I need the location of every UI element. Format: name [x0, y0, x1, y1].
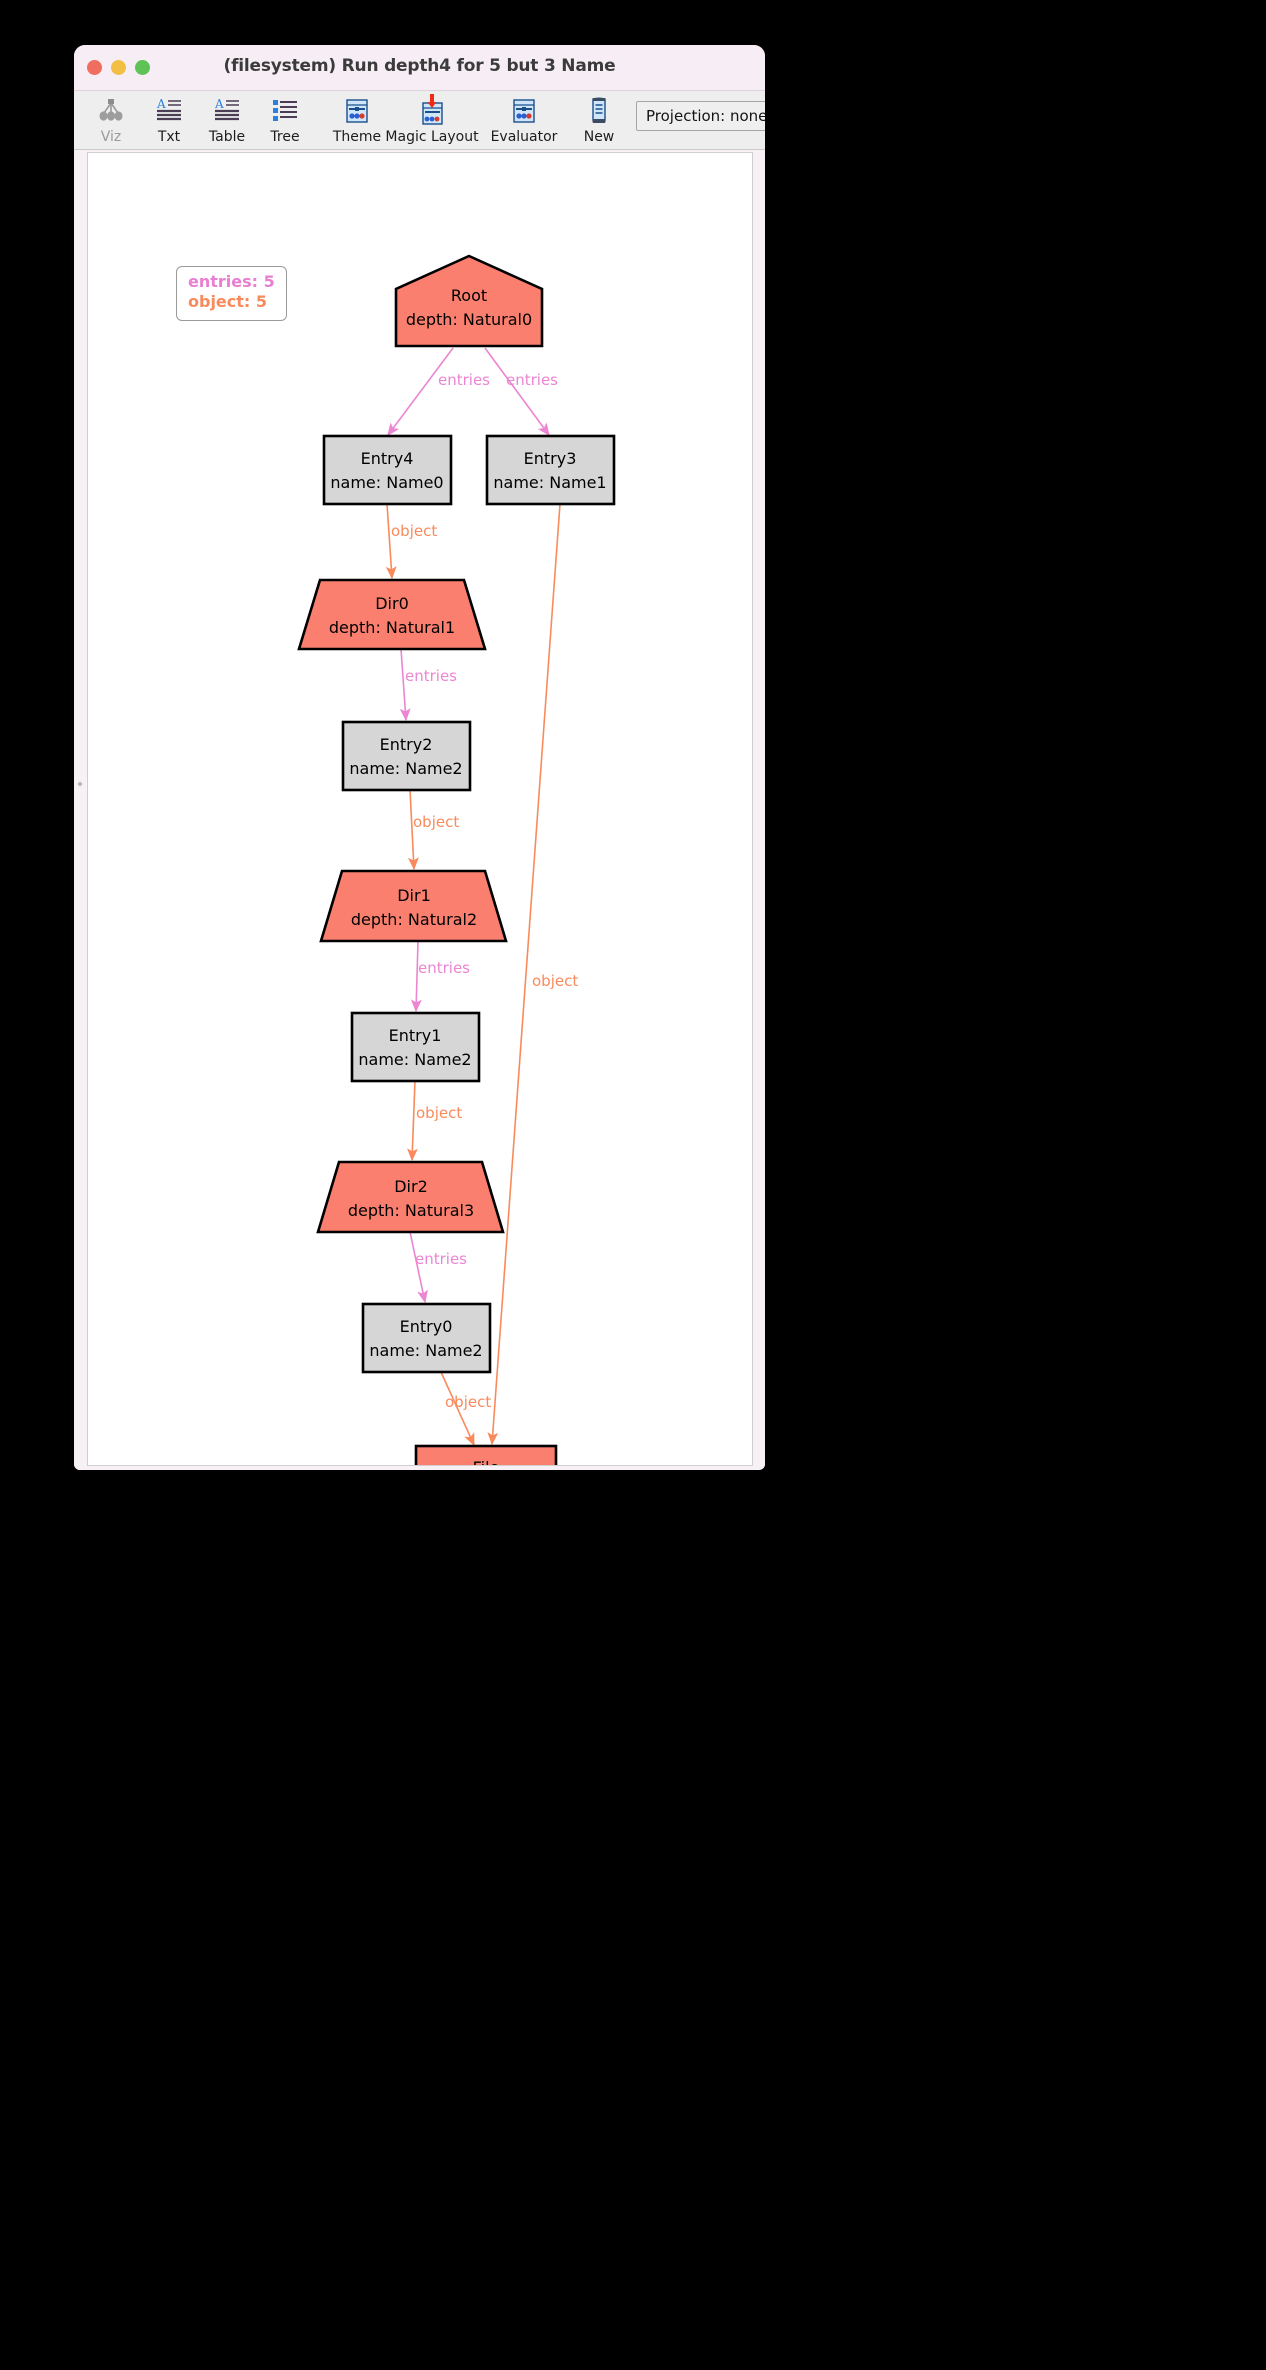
node-dir2[interactable]: Dir2 depth: Natural3: [316, 1160, 505, 1234]
toolbar-label-viz: Viz: [100, 129, 122, 145]
toolbar-view-group: Viz A Txt A Table Tree: [82, 91, 314, 145]
node-dir0-line2: depth: Natural1: [329, 618, 455, 637]
node-dir2-line2: depth: Natural3: [348, 1201, 474, 1220]
node-root-line2: depth: Natural0: [406, 310, 532, 329]
edge-root-entry3: [484, 347, 550, 437]
svg-text:A: A: [214, 97, 224, 111]
node-entry1-line2: name: Name2: [358, 1050, 471, 1069]
window-titlebar: (filesystem) Run depth4 for 5 but 3 Name: [74, 45, 765, 91]
node-entry3[interactable]: Entry3 name: Name1: [485, 434, 616, 506]
node-dir1[interactable]: Dir1 depth: Natural2: [319, 869, 508, 943]
node-file-line1: File: [473, 1458, 500, 1465]
toolbar-label-tree: Tree: [270, 129, 300, 145]
canvas-area: entries: 5 object: 5 entries entries obj…: [74, 150, 765, 1470]
projection-button[interactable]: Projection: none: [636, 101, 765, 131]
toolbar-button-table[interactable]: A Table: [198, 91, 256, 145]
resize-grip[interactable]: [78, 782, 82, 786]
window-title: (filesystem) Run depth4 for 5 but 3 Name: [223, 56, 616, 76]
graph-viz-icon: [96, 94, 126, 128]
legend-box: entries: 5 object: 5: [176, 266, 287, 321]
node-root-line1: Root: [451, 286, 487, 305]
edge-label-entry4-dir0: object: [391, 522, 437, 540]
node-entry2-line2: name: Name2: [349, 759, 462, 778]
svg-text:A: A: [156, 97, 166, 111]
screen: (filesystem) Run depth4 for 5 but 3 Name: [0, 0, 1266, 2370]
graph-canvas[interactable]: entries: 5 object: 5 entries entries obj…: [87, 152, 753, 1466]
app-window: (filesystem) Run depth4 for 5 but 3 Name: [74, 45, 765, 1470]
toolbar-label-table: Table: [208, 129, 246, 145]
toolbar-button-magic-layout[interactable]: Magic Layout: [385, 91, 479, 145]
table-icon: A: [212, 94, 242, 128]
node-entry3-line1: Entry3: [524, 449, 577, 468]
toolbar-button-theme[interactable]: Theme: [328, 91, 386, 145]
edge-label-dir1-entry1: entries: [418, 959, 470, 977]
new-doc-icon: [584, 94, 614, 128]
toolbar-label-theme: Theme: [332, 129, 382, 145]
edge-label-entry3-file: object: [532, 972, 578, 990]
edge-label-dir0-entry2: entries: [405, 667, 457, 685]
edge-label-root-entry3: entries: [506, 371, 558, 389]
node-entry0-line1: Entry0: [400, 1317, 453, 1336]
legend-object-label: object: 5: [188, 292, 268, 312]
node-entry4-line2: name: Name0: [330, 473, 443, 492]
edge-root-entry4: [387, 347, 454, 437]
node-entry1[interactable]: Entry1 name: Name2: [350, 1011, 481, 1083]
toolbar-button-new[interactable]: New: [570, 91, 628, 145]
node-root[interactable]: Root depth: Natural0: [394, 254, 544, 348]
edge-label-entry0-file: object: [445, 1393, 491, 1411]
toolbar: Viz A Txt A Table Tree Theme Magic Layou…: [74, 91, 765, 150]
toolbar-label-new: New: [583, 129, 615, 145]
node-dir1-line2: depth: Natural2: [351, 910, 477, 929]
node-entry2-line1: Entry2: [380, 735, 433, 754]
theme-panel-icon: [342, 94, 372, 128]
toolbar-label-txt: Txt: [157, 129, 181, 145]
tree-icon: [270, 94, 300, 128]
toolbar-label-magic-layout: Magic Layout: [385, 129, 479, 145]
edge-label-root-entry4: entries: [438, 371, 490, 389]
legend-entries-label: entries: 5: [188, 272, 275, 291]
toolbar-button-tree[interactable]: Tree: [256, 91, 314, 145]
node-file[interactable]: File ($depth4_f) depth: Natural4: [414, 1444, 558, 1465]
edge-entry4-dir0: [385, 503, 397, 580]
toolbar-button-viz[interactable]: Viz: [82, 91, 140, 145]
node-entry1-line1: Entry1: [389, 1026, 442, 1045]
node-entry4[interactable]: Entry4 name: Name0: [322, 434, 453, 506]
edge-entry1-dir2: [407, 1080, 418, 1162]
node-entry2[interactable]: Entry2 name: Name2: [341, 720, 472, 792]
toolbar-button-txt[interactable]: A Txt: [140, 91, 198, 145]
node-dir0-line1: Dir0: [375, 594, 409, 613]
node-entry0-line2: name: Name2: [369, 1341, 482, 1360]
toolbar-tools-group: Theme Magic Layout Evaluator New: [328, 91, 628, 145]
node-dir0[interactable]: Dir0 depth: Natural1: [297, 578, 487, 651]
edge-label-entry2-dir1: object: [413, 813, 459, 831]
edge-label-dir2-entry0: entries: [415, 1250, 467, 1268]
node-entry4-line1: Entry4: [361, 449, 414, 468]
node-entry3-line2: name: Name1: [493, 473, 606, 492]
node-dir2-line1: Dir2: [394, 1177, 428, 1196]
edge-label-entry1-dir2: object: [416, 1104, 462, 1122]
node-entry0[interactable]: Entry0 name: Name2: [361, 1302, 492, 1374]
magic-layout-icon: [415, 94, 449, 128]
toolbar-label-evaluator: Evaluator: [490, 129, 558, 145]
text-doc-icon: A: [154, 94, 184, 128]
node-dir1-line1: Dir1: [397, 886, 431, 905]
toolbar-button-evaluator[interactable]: Evaluator: [478, 91, 570, 145]
evaluator-icon: [509, 94, 539, 128]
graph-svg: entries entries object entries object en…: [297, 254, 616, 1465]
